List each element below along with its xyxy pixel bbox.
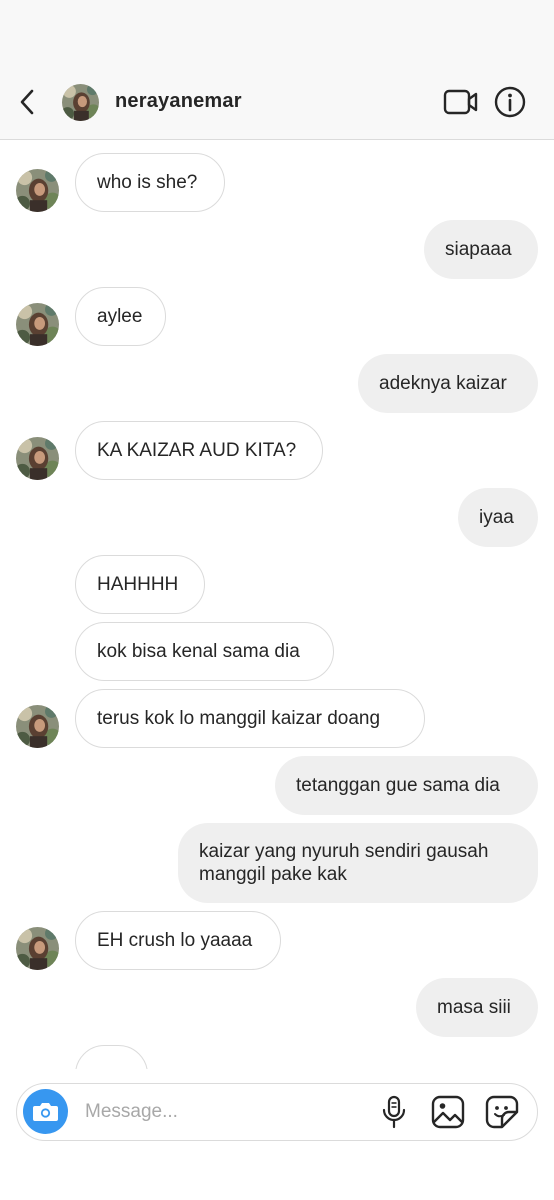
contact-avatar[interactable]	[62, 84, 99, 121]
sender-avatar[interactable]	[16, 705, 59, 748]
received-message[interactable]: EH crush lo yaaaa	[75, 911, 281, 970]
received-message[interactable]: aylee	[75, 287, 166, 346]
sent-message[interactable]: adeknya kaizar	[358, 354, 538, 413]
sent-message[interactable]: siapaaa	[424, 220, 538, 279]
sender-avatar[interactable]	[16, 927, 59, 970]
received-message[interactable]: KA KAIZAR AUD KITA?	[75, 421, 323, 480]
info-button[interactable]	[494, 86, 526, 118]
contact-username[interactable]: nerayanemar	[115, 90, 242, 113]
chat-header: nerayanemar	[0, 64, 554, 140]
sender-avatar[interactable]	[16, 437, 59, 480]
sticker-icon	[485, 1095, 519, 1129]
gallery-button[interactable]	[430, 1094, 466, 1130]
received-message[interactable]: kok bisa kenal sama dia	[75, 622, 334, 681]
video-camera-icon	[443, 89, 478, 115]
sticker-button[interactable]	[484, 1094, 520, 1130]
message-input[interactable]	[83, 1092, 347, 1132]
back-button[interactable]	[14, 86, 42, 118]
camera-button[interactable]	[23, 1089, 68, 1134]
received-message[interactable]: HAHHHH	[75, 555, 205, 614]
received-message[interactable]: terus kok lo manggil kaizar doang	[75, 689, 425, 748]
sent-message[interactable]: kaizar yang nyuruh sendiri gausah manggi…	[178, 823, 538, 903]
sent-message[interactable]: iyaa	[458, 488, 538, 547]
received-message[interactable]: who is she?	[75, 153, 225, 212]
received-message[interactable]: ihh	[75, 1045, 148, 1069]
sender-avatar[interactable]	[16, 303, 59, 346]
sender-avatar[interactable]	[16, 169, 59, 212]
microphone-icon	[382, 1095, 406, 1129]
info-circle-icon	[494, 86, 526, 118]
sent-message[interactable]: tetanggan gue sama dia	[275, 756, 538, 815]
status-bar	[0, 0, 554, 64]
image-gallery-icon	[431, 1095, 465, 1129]
video-call-button[interactable]	[443, 88, 479, 116]
message-thread[interactable]: who is she? siapaaa aylee adeknya kaizar…	[0, 141, 554, 1069]
sent-message[interactable]: masa siii	[416, 978, 538, 1037]
voice-message-button[interactable]	[379, 1094, 409, 1130]
camera-icon	[33, 1103, 58, 1121]
message-composer	[16, 1083, 538, 1141]
chevron-left-icon	[20, 89, 34, 115]
